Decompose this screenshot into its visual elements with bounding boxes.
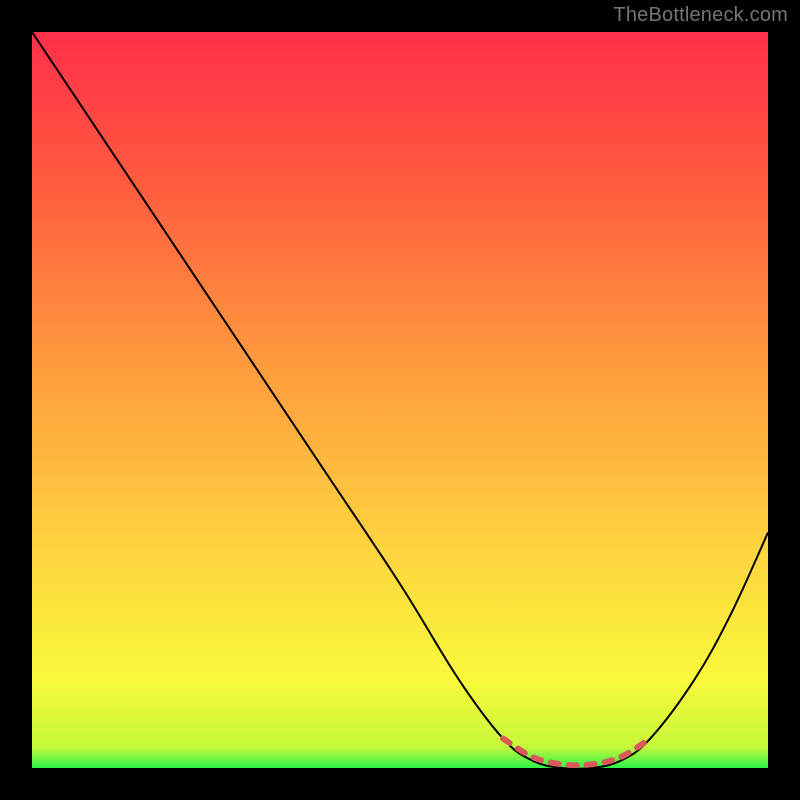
watermark-text: TheBottleneck.com xyxy=(613,4,788,27)
chart-svg xyxy=(32,32,768,768)
gradient-bg xyxy=(32,32,768,768)
chart-plot-area xyxy=(32,32,768,768)
